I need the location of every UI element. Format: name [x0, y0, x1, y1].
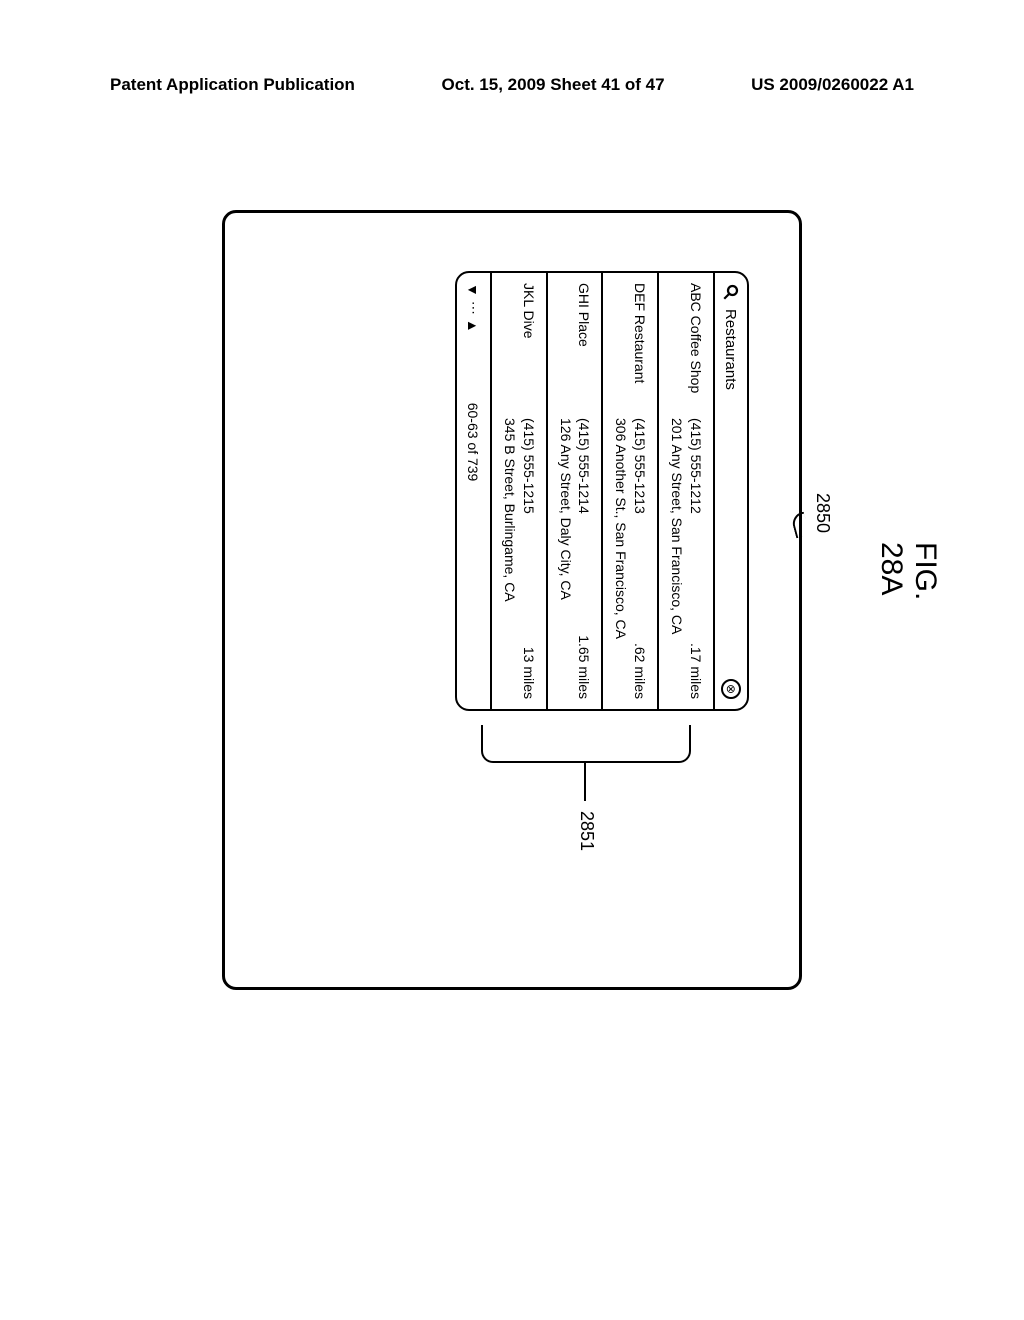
result-distance: .62 miles [630, 643, 649, 699]
result-row[interactable]: DEF Restaurant (415) 555-1213 306 Anothe… [601, 273, 657, 709]
figure-label: FIG. 28A [874, 542, 942, 658]
header-left: Patent Application Publication [110, 75, 355, 95]
result-info: (415) 555-1213 306 Another St., San Fran… [611, 418, 649, 699]
clear-search-button[interactable]: ⊗ [721, 679, 741, 699]
result-address: 345 B Street, Burlingame, CA [500, 418, 519, 699]
result-address: 306 Another St., San Francisco, CA [611, 418, 630, 699]
result-row[interactable]: JKL Dive (415) 555-1215 345 B Street, Bu… [490, 273, 546, 709]
result-address: 126 Any Street, Daly City, CA [556, 418, 575, 699]
page-down-icon[interactable]: ▼ [465, 283, 481, 297]
search-results-widget: ⊗ ABC Coffee Shop (415) 555-1212 201 Any… [455, 271, 749, 711]
result-info: (415) 555-1215 345 B Street, Burlingame,… [500, 418, 538, 699]
search-bar: ⊗ [713, 273, 747, 709]
reference-bracket-2851 [481, 725, 691, 763]
reference-numeral-2850: 2850 [812, 493, 833, 533]
result-name: ABC Coffee Shop [667, 283, 705, 418]
pagination-arrows: ▼ ⋯ ▲ [465, 283, 482, 333]
result-distance: 1.65 miles [575, 635, 594, 699]
header-right: US 2009/0260022 A1 [751, 75, 914, 95]
result-name: GHI Place [556, 283, 594, 418]
result-distance: .17 miles [686, 643, 705, 699]
page-up-icon[interactable]: ▲ [465, 319, 481, 333]
device-frame: 2850 ⊗ ABC Coffee Shop (415) 555-1212 20… [222, 210, 802, 990]
search-icon [722, 283, 740, 301]
reference-numeral-2851: 2851 [576, 811, 597, 851]
result-info: (415) 555-1212 201 Any Street, San Franc… [667, 418, 705, 699]
figure-rotated-container: 2850 ⊗ ABC Coffee Shop (415) 555-1212 20… [222, 210, 802, 990]
result-row[interactable]: GHI Place (415) 555-1214 126 Any Street,… [546, 273, 602, 709]
reference-leader-2850 [790, 512, 810, 539]
search-input[interactable] [723, 309, 740, 671]
result-info: (415) 555-1214 126 Any Street, Daly City… [556, 418, 594, 699]
result-name: DEF Restaurant [611, 283, 649, 418]
result-distance: 13 miles [519, 647, 538, 699]
pagination-dots: ⋯ [465, 301, 482, 315]
result-address: 201 Any Street, San Francisco, CA [667, 418, 686, 699]
results-footer: ▼ ⋯ ▲ 60-63 of 739 [457, 273, 490, 709]
header-center: Oct. 15, 2009 Sheet 41 of 47 [442, 75, 665, 95]
result-range: 60-63 of 739 [465, 403, 481, 482]
result-row[interactable]: ABC Coffee Shop (415) 555-1212 201 Any S… [657, 273, 713, 709]
page-header: Patent Application Publication Oct. 15, … [0, 0, 1024, 95]
result-name: JKL Dive [500, 283, 538, 418]
